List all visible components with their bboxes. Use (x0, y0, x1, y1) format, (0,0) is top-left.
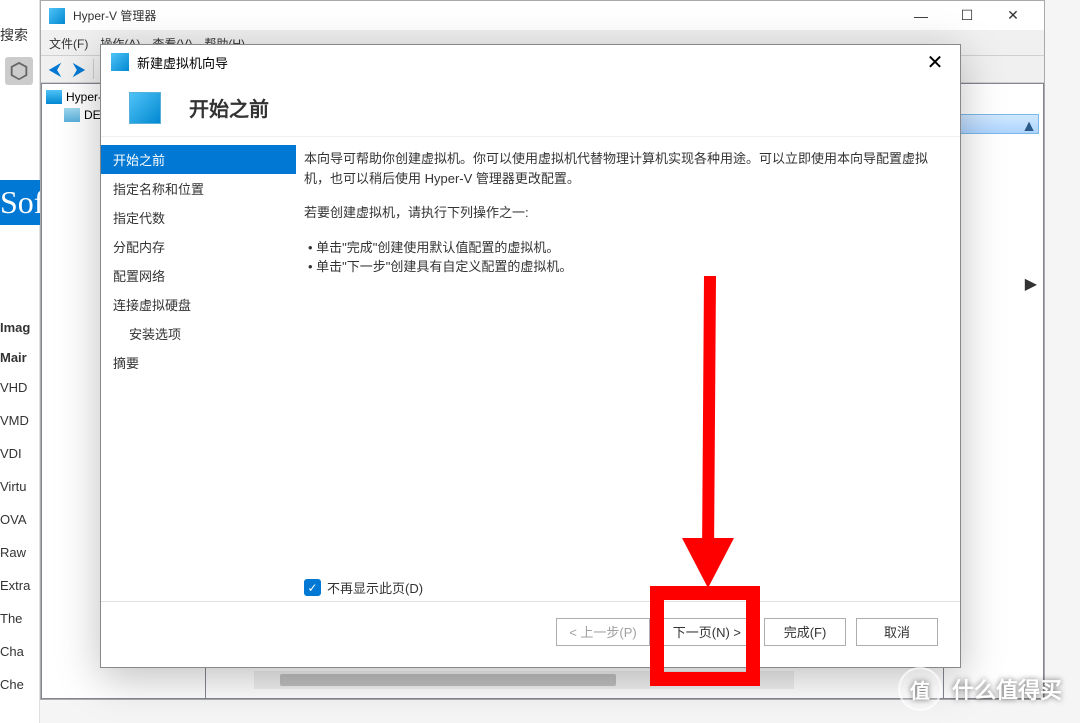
wizard-content: 本向导可帮助你创建虚拟机。你可以使用虚拟机代替物理计算机实现各种用途。可以立即使… (296, 137, 960, 601)
toolbar-separator (93, 59, 94, 79)
list-item: Cha (0, 644, 40, 659)
back-button[interactable]: ⮜ (45, 59, 65, 79)
new-vm-wizard-dialog: 新建虚拟机向导 ✕ 开始之前 开始之前 指定名称和位置 指定代数 分配内存 配置… (100, 44, 961, 668)
hyperv-icon (49, 8, 65, 24)
list-item: VHD (0, 380, 40, 395)
left-format-list: VHD VMD VDI Virtu OVA Raw Extra The Cha … (0, 380, 40, 710)
list-item: Che (0, 677, 40, 692)
expand-right-icon[interactable]: ▶ (1025, 274, 1037, 294)
wizard-bullet-1: 单击"完成"创建使用默认值配置的虚拟机。 (308, 237, 936, 256)
wizard-button-row: < 上一步(P) 下一页(N) > 完成(F) 取消 (101, 601, 960, 661)
step-before-begin[interactable]: 开始之前 (101, 145, 296, 174)
tree-root-label: Hyper- (66, 90, 102, 104)
wizard-header: 开始之前 (101, 79, 960, 137)
search-label: 搜索 (0, 25, 28, 45)
dont-show-again-row[interactable]: ✓ 不再显示此页(D) (304, 578, 423, 597)
cancel-button[interactable]: 取消 (856, 618, 938, 646)
list-item: VDI (0, 446, 40, 461)
smzdm-watermark: 值 什么值得买 (898, 667, 1062, 711)
close-button[interactable]: ✕ (990, 1, 1036, 31)
wizard-title: 新建虚拟机向导 (137, 53, 920, 72)
step-summary[interactable]: 摘要 (101, 348, 296, 377)
wizard-bullet-2: 单击"下一步"创建具有自定义配置的虚拟机。 (308, 256, 936, 275)
cube-icon (5, 57, 33, 85)
hv-titlebar[interactable]: Hyper-V 管理器 — ☐ ✕ (41, 1, 1044, 31)
horizontal-scrollbar[interactable] (254, 671, 794, 689)
server-icon (46, 90, 62, 104)
wizard-intro-text: 本向导可帮助你创建虚拟机。你可以使用虚拟机代替物理计算机实现各种用途。可以立即使… (304, 149, 936, 189)
wizard-header-icon (129, 92, 161, 124)
wizard-app-icon (111, 53, 129, 71)
smzdm-badge-icon: 值 (898, 667, 942, 711)
wizard-titlebar[interactable]: 新建虚拟机向导 ✕ (101, 45, 960, 79)
soft-banner: Sof (0, 180, 40, 225)
left-heading-imag: Imag (0, 320, 30, 335)
left-heading-main: Mair (0, 350, 27, 365)
wizard-close-button[interactable]: ✕ (920, 50, 950, 75)
next-button[interactable]: 下一页(N) > (660, 618, 754, 646)
list-item: The (0, 611, 40, 626)
list-item: Extra (0, 578, 40, 593)
step-network[interactable]: 配置网络 (101, 261, 296, 290)
step-name-location[interactable]: 指定名称和位置 (101, 174, 296, 203)
wizard-steps-list: 开始之前 指定名称和位置 指定代数 分配内存 配置网络 连接虚拟硬盘 安装选项 … (101, 137, 296, 601)
prev-button: < 上一步(P) (556, 618, 650, 646)
dont-show-again-label: 不再显示此页(D) (327, 578, 423, 597)
menu-file[interactable]: 文件(F) (49, 35, 88, 52)
step-memory[interactable]: 分配内存 (101, 232, 296, 261)
scrollbar-thumb[interactable] (280, 674, 616, 686)
step-generation[interactable]: 指定代数 (101, 203, 296, 232)
finish-button[interactable]: 完成(F) (764, 618, 846, 646)
wizard-body: 开始之前 指定名称和位置 指定代数 分配内存 配置网络 连接虚拟硬盘 安装选项 … (101, 137, 960, 601)
minimize-button[interactable]: — (898, 1, 944, 31)
step-install-options[interactable]: 安装选项 (101, 319, 296, 348)
hv-title: Hyper-V 管理器 (73, 7, 898, 24)
host-icon (64, 108, 80, 122)
list-item: Raw (0, 545, 40, 560)
list-item: VMD (0, 413, 40, 428)
list-item: OVA (0, 512, 40, 527)
maximize-button[interactable]: ☐ (944, 1, 990, 31)
collapse-up-icon[interactable]: ▲ (1021, 118, 1037, 136)
checkbox-checked-icon[interactable]: ✓ (304, 579, 321, 596)
smzdm-text: 什么值得买 (952, 673, 1062, 705)
wizard-prompt-text: 若要创建虚拟机，请执行下列操作之一: (304, 203, 936, 223)
step-vhd[interactable]: 连接虚拟硬盘 (101, 290, 296, 319)
left-background-strip: 搜索 Sof Imag Mair VHD VMD VDI Virtu OVA R… (0, 0, 40, 723)
list-item: Virtu (0, 479, 40, 494)
wizard-heading: 开始之前 (189, 93, 269, 122)
forward-button[interactable]: ⮞ (69, 59, 89, 79)
